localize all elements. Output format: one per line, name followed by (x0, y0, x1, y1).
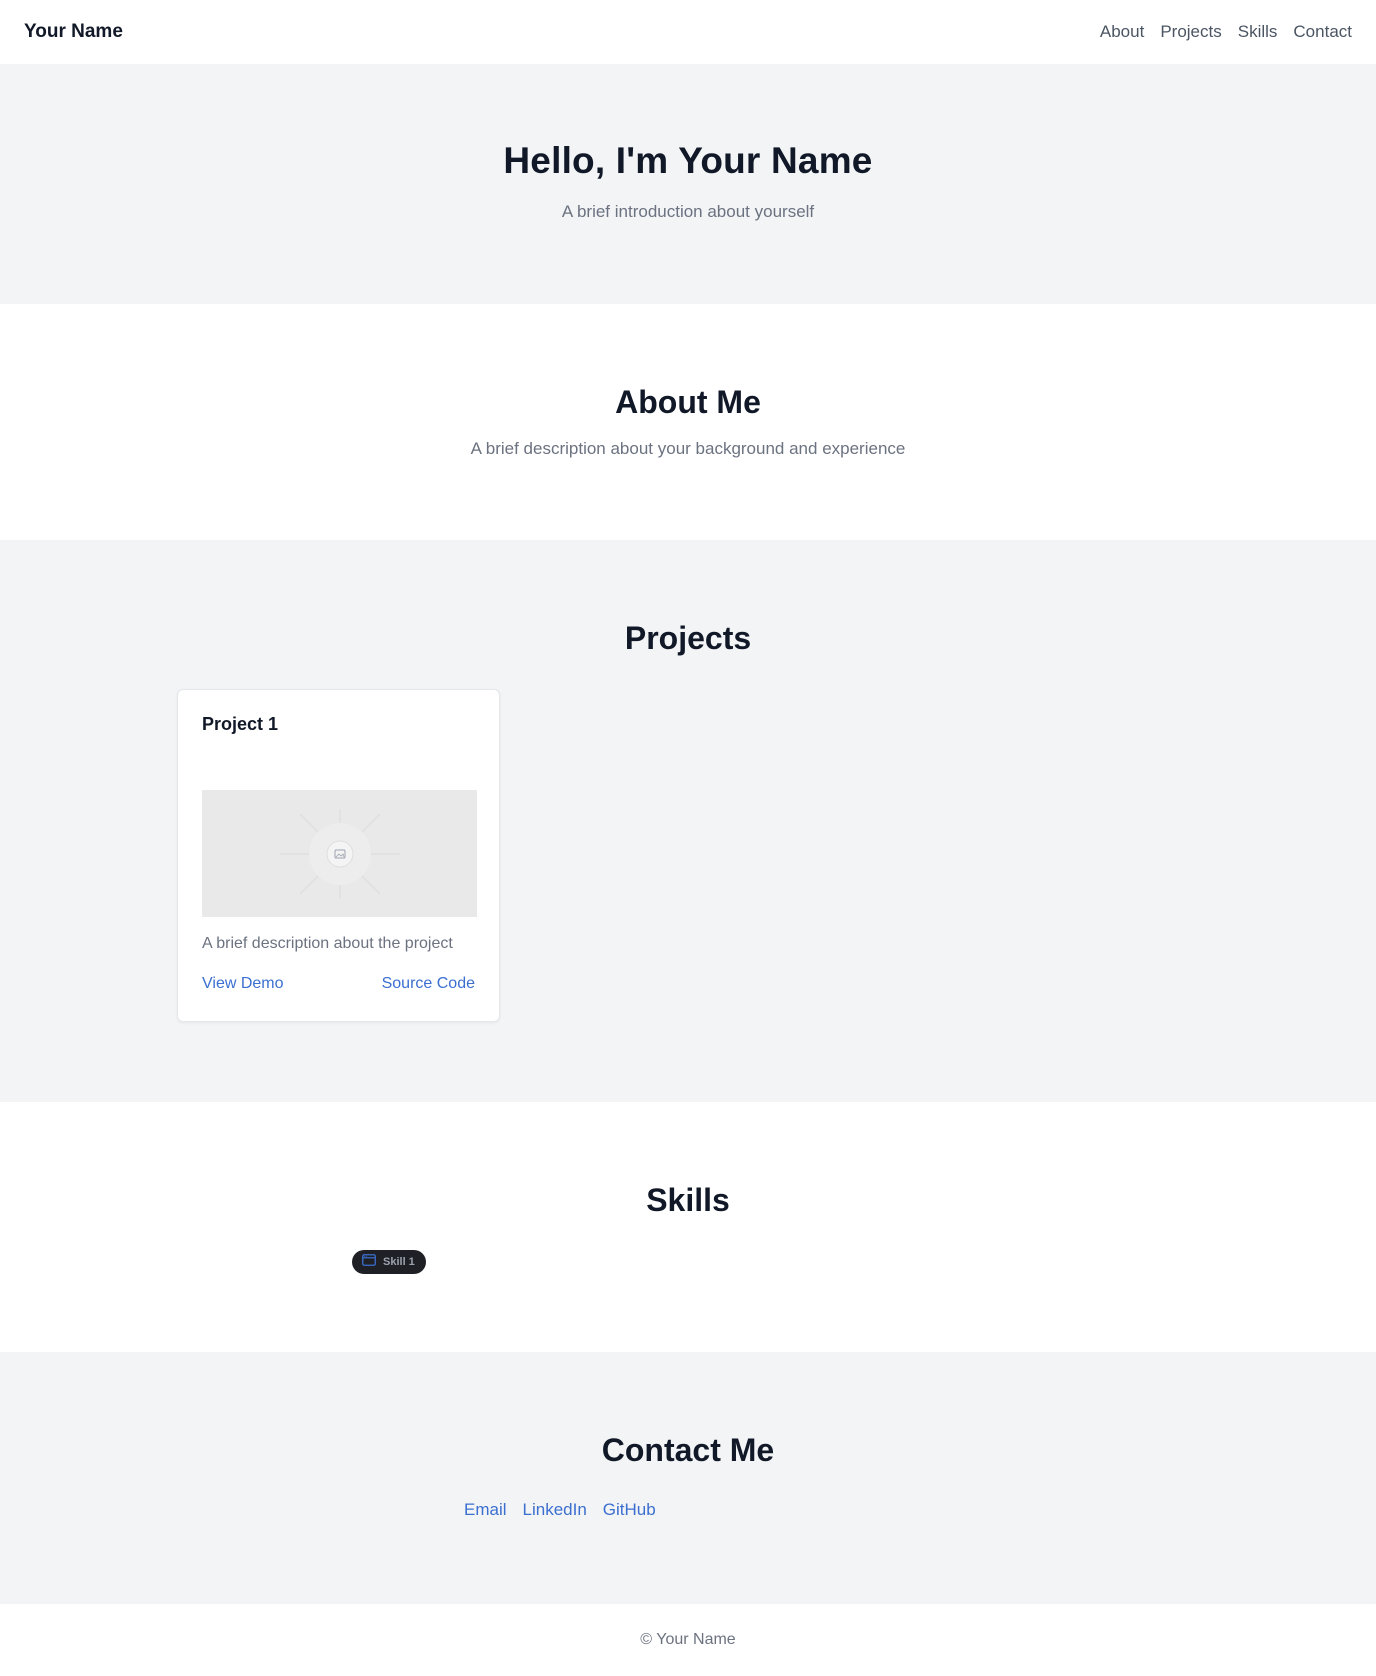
contact-title: Contact Me (601, 1432, 775, 1468)
about-description: A brief description about your backgroun… (470, 439, 906, 458)
brand-name[interactable]: Your Name (24, 21, 123, 43)
project-card: Project 1 A brief description about the … (177, 689, 500, 1022)
project-title: Project 1 (202, 714, 279, 734)
projects-section: Projects Project 1 A brief description a… (0, 540, 1376, 1102)
skills-section: Skills Skill 1 (0, 1102, 1376, 1352)
skills-title: Skills (646, 1182, 730, 1218)
footer-copyright: © Your Name (640, 1631, 736, 1648)
hero-section: Hello, I'm Your Name A brief introductio… (0, 64, 1376, 304)
nav-link-projects[interactable]: Projects (1160, 22, 1221, 42)
about-section: About Me A brief description about your … (0, 304, 1376, 540)
contact-links: Email LinkedIn GitHub (464, 1500, 656, 1520)
project-description: A brief description about the project (202, 935, 453, 952)
about-title: About Me (615, 384, 761, 420)
nav-link-skills[interactable]: Skills (1238, 22, 1278, 42)
main-nav: About Projects Skills Contact (1100, 22, 1352, 42)
skill-badge: Skill 1 (352, 1250, 426, 1274)
source-code-link[interactable]: Source Code (382, 975, 475, 993)
nav-link-contact[interactable]: Contact (1293, 22, 1352, 42)
project-image (202, 790, 477, 917)
email-link[interactable]: Email (464, 1500, 507, 1520)
github-link[interactable]: GitHub (603, 1500, 656, 1520)
projects-title: Projects (624, 620, 752, 656)
browser-window-icon (362, 1253, 376, 1271)
site-header: Your Name About Projects Skills Contact (0, 0, 1376, 64)
linkedin-link[interactable]: LinkedIn (523, 1500, 587, 1520)
site-footer: © Your Name (0, 1604, 1376, 1676)
hero-title: Hello, I'm Your Name (503, 140, 873, 181)
hero-subtitle: A brief introduction about yourself (561, 202, 815, 221)
nav-link-about[interactable]: About (1100, 22, 1144, 42)
skill-label: Skill 1 (383, 1256, 415, 1268)
contact-section: Contact Me Email LinkedIn GitHub (0, 1352, 1376, 1604)
project-links: View Demo Source Code (202, 975, 475, 993)
image-placeholder-icon (279, 808, 400, 899)
view-demo-link[interactable]: View Demo (202, 975, 284, 993)
